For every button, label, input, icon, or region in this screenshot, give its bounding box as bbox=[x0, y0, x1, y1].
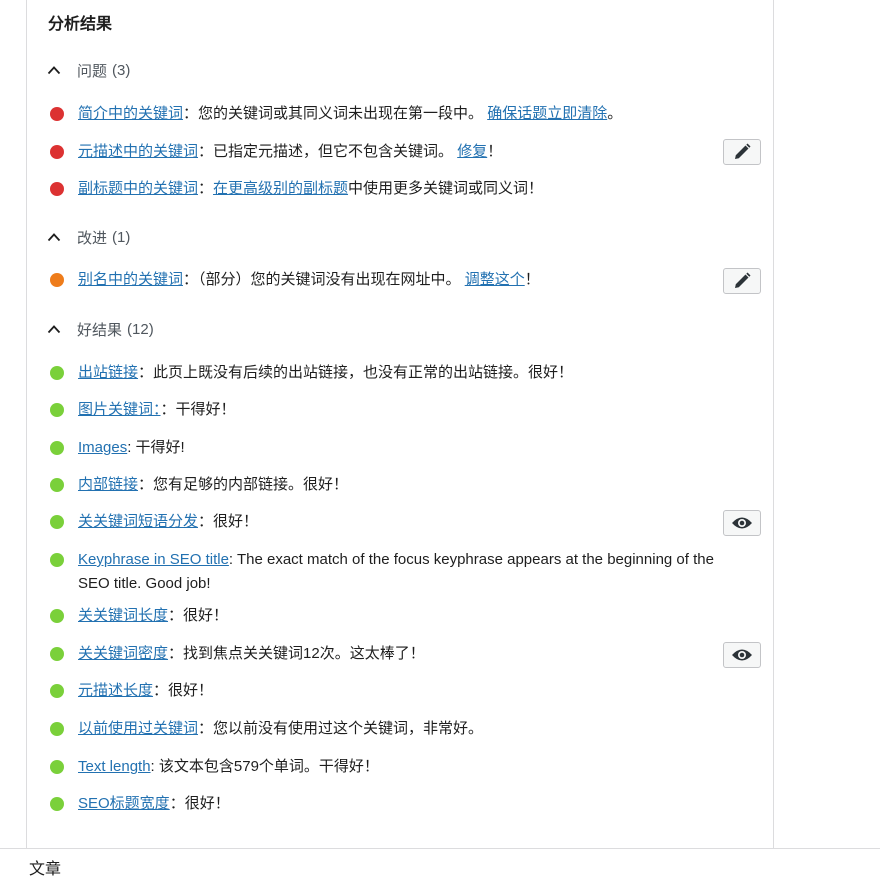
fix-link[interactable]: 修复 bbox=[457, 143, 487, 160]
status-good-bullet bbox=[50, 760, 64, 774]
result-link[interactable]: 简介中的关键词 bbox=[78, 105, 183, 122]
result-link[interactable]: 元描述长度 bbox=[78, 682, 153, 699]
result-link[interactable]: Keyphrase in SEO title bbox=[78, 551, 229, 568]
result-link[interactable]: 别名中的关键词 bbox=[78, 271, 183, 288]
group-improvements-toggle[interactable]: 改进 (1) bbox=[47, 226, 130, 248]
fix-link[interactable]: 在更高级别的副标题 bbox=[213, 180, 348, 197]
edit-button[interactable] bbox=[723, 139, 761, 165]
group-problems-label: 问题 bbox=[77, 62, 108, 80]
section-label[interactable]: 文章 bbox=[29, 855, 61, 879]
status-good-bullet bbox=[50, 684, 64, 698]
fix-link[interactable]: 确保话题立即清除 bbox=[487, 105, 607, 122]
status-good-bullet bbox=[50, 478, 64, 492]
status-good-bullet bbox=[50, 797, 64, 811]
status-bad-bullet bbox=[50, 107, 64, 121]
chevron-up-icon bbox=[47, 233, 61, 242]
group-good-toggle[interactable]: 好结果 (12) bbox=[47, 318, 154, 340]
status-good-bullet bbox=[50, 515, 64, 529]
group-good-label: 好结果 bbox=[77, 321, 123, 339]
pencil-icon bbox=[735, 143, 751, 159]
group-problems-count: (3) bbox=[112, 61, 131, 79]
status-bad-bullet bbox=[50, 182, 64, 196]
status-good-bullet bbox=[50, 647, 64, 661]
view-button[interactable] bbox=[723, 642, 761, 668]
result-link[interactable]: Text length bbox=[78, 758, 151, 775]
chevron-up-icon bbox=[47, 325, 61, 334]
status-good-bullet bbox=[50, 609, 64, 623]
status-good-bullet bbox=[50, 403, 64, 417]
result-link[interactable]: 出站链接 bbox=[78, 364, 138, 381]
result-link[interactable]: 关关键词长度 bbox=[78, 607, 168, 624]
status-good-bullet bbox=[50, 553, 64, 567]
section-divider bbox=[0, 848, 880, 849]
status-bad-bullet bbox=[50, 145, 64, 159]
result-link[interactable]: 关关键词密度 bbox=[78, 645, 168, 662]
fix-link[interactable]: 调整这个 bbox=[465, 271, 525, 288]
result-link[interactable]: 图片关键词： bbox=[78, 401, 161, 418]
result-link[interactable]: 关关键词短语分发 bbox=[78, 513, 198, 530]
chevron-up-icon bbox=[47, 66, 61, 75]
status-good-bullet bbox=[50, 366, 64, 380]
result-link[interactable]: 内部链接 bbox=[78, 476, 138, 493]
eye-icon bbox=[732, 649, 752, 661]
group-problems-toggle[interactable]: 问题 (3) bbox=[47, 59, 130, 81]
result-link[interactable]: 元描述中的关键词 bbox=[78, 143, 198, 160]
status-good-bullet bbox=[50, 722, 64, 736]
group-improvements-label: 改进 bbox=[77, 229, 108, 247]
analysis-panel: 分析结果 问题 (3) 简介中的关键词：您的关键词或其同义词未出现在第一段中。 … bbox=[26, 0, 774, 849]
status-ok-bullet bbox=[50, 273, 64, 287]
pencil-icon bbox=[735, 272, 751, 288]
view-button[interactable] bbox=[723, 510, 761, 536]
result-link[interactable]: 副标题中的关键词 bbox=[78, 180, 198, 197]
panel-title: 分析结果 bbox=[48, 16, 113, 33]
result-link[interactable]: 以前使用过关键词 bbox=[78, 720, 198, 737]
status-good-bullet bbox=[50, 441, 64, 455]
eye-icon bbox=[732, 517, 752, 529]
edit-button[interactable] bbox=[723, 268, 761, 294]
result-link[interactable]: Images bbox=[78, 439, 127, 456]
result-link[interactable]: SEO标题宽度 bbox=[78, 795, 170, 812]
group-improvements-count: (1) bbox=[112, 228, 131, 246]
group-good-count: (12) bbox=[127, 320, 154, 338]
